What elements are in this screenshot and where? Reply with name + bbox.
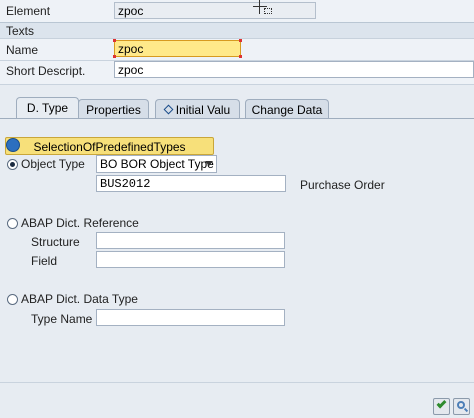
tab-change-data[interactable]: Change Data (245, 99, 329, 119)
tab-initial-value[interactable]: Initial Valu (155, 99, 240, 119)
tab-label: Properties (86, 103, 141, 117)
footer-toolbar (0, 383, 474, 418)
type-name-label: Type Name (31, 312, 93, 326)
search-button[interactable] (453, 398, 470, 415)
object-type-label: Object Type (21, 157, 85, 171)
magnifier-handle (463, 407, 469, 413)
confirm-button[interactable] (433, 398, 450, 415)
short-description-label: Short Descript. (6, 64, 86, 78)
focus-corner-marker (239, 39, 242, 42)
structure-field[interactable] (96, 232, 285, 249)
focus-corner-marker (113, 39, 116, 42)
cursor-icon (264, 8, 272, 14)
diamond-icon (163, 104, 174, 115)
abap-dict-reference-radio[interactable] (7, 218, 18, 229)
element-field: zpoc (114, 2, 316, 19)
object-type-description: Purchase Order (300, 178, 385, 192)
abap-dict-data-type-label: ABAP Dict. Data Type (21, 292, 138, 306)
selection-icon (6, 138, 20, 152)
cursor-icon (259, 0, 260, 14)
abap-dict-data-type-radio[interactable] (7, 294, 18, 305)
texts-section-bar (0, 22, 474, 39)
object-type-dropdown[interactable]: BO BOR Object Type (96, 155, 217, 173)
type-name-field[interactable] (96, 309, 285, 326)
element-label: Element (6, 4, 51, 18)
focus-corner-marker (239, 55, 242, 58)
object-type-value-field[interactable]: BUS2012 (96, 175, 286, 192)
selection-button-label: SelectionOfPredefinedTypes (33, 140, 186, 154)
abap-dict-reference-label: ABAP Dict. Reference (21, 216, 139, 230)
cursor-icon (253, 6, 267, 7)
field-label: Field (31, 254, 58, 268)
tab-data-type[interactable]: D. Type (16, 97, 79, 119)
name-field[interactable]: zpoc (114, 40, 241, 57)
dropdown-selected-value: BO BOR Object Type (100, 157, 214, 171)
tab-label: Change Data (251, 103, 323, 117)
field-input[interactable] (96, 251, 285, 268)
object-type-radio[interactable] (7, 159, 18, 170)
checkmark-icon (436, 398, 447, 409)
selection-predefined-types-button[interactable]: SelectionOfPredefinedTypes (5, 137, 214, 155)
texts-section-title: Texts (6, 24, 35, 38)
chevron-down-icon (205, 161, 213, 166)
divider (0, 84, 474, 85)
tab-label: D. Type (26, 101, 69, 115)
name-label: Name (6, 43, 39, 57)
tab-properties[interactable]: Properties (78, 99, 149, 119)
structure-label: Structure (31, 235, 80, 249)
tab-label: Initial Valu (175, 103, 231, 117)
short-description-field[interactable]: zpoc (114, 61, 474, 78)
focus-corner-marker (113, 55, 116, 58)
